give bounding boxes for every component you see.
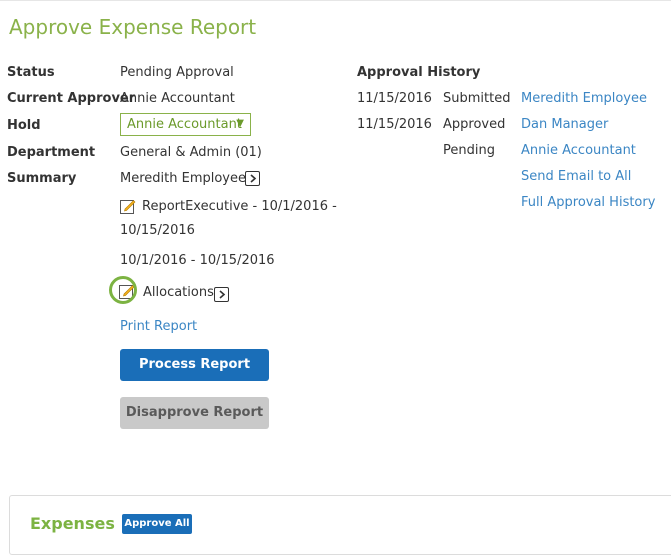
history-person-link[interactable]: Meredith Employee xyxy=(521,91,647,106)
history-status: Pending xyxy=(443,143,495,158)
history-date: 11/15/2016 xyxy=(357,91,432,106)
allocations-label: Allocations xyxy=(143,285,214,300)
approve-all-button[interactable]: Approve All xyxy=(122,514,192,534)
process-report-button[interactable]: Process Report xyxy=(120,349,269,381)
hold-selected-value: Annie Accountant xyxy=(127,117,242,132)
approval-history-title: Approval History xyxy=(357,65,481,80)
employee-expand-button[interactable] xyxy=(245,171,260,186)
hold-label: Hold xyxy=(7,118,41,133)
print-report-link[interactable]: Print Report xyxy=(120,319,197,334)
hold-dropdown[interactable]: Annie Accountant ▼ xyxy=(120,113,251,136)
history-status: Approved xyxy=(443,117,506,132)
pencil-icon[interactable] xyxy=(120,198,136,214)
report-date-range: 10/1/2016 - 10/15/2016 xyxy=(120,253,275,268)
summary-label: Summary xyxy=(7,171,77,186)
department-value: General & Admin (01) xyxy=(120,145,262,160)
report-name-line2: 10/15/2016 xyxy=(120,223,195,238)
send-email-link[interactable]: Send Email to All xyxy=(521,169,631,184)
chevron-right-icon xyxy=(218,290,225,299)
summary-employee: Meredith Employee xyxy=(120,171,246,186)
page-title: Approve Expense Report xyxy=(9,15,257,39)
chevron-right-icon xyxy=(249,174,256,183)
current-approver-label: Current Approver xyxy=(7,91,136,106)
expenses-title: Expenses xyxy=(30,514,115,533)
status-label: Status xyxy=(7,65,55,80)
top-border xyxy=(0,0,671,1)
full-history-link[interactable]: Full Approval History xyxy=(521,195,655,210)
caret-down-icon: ▼ xyxy=(236,118,244,129)
disapprove-report-button[interactable]: Disapprove Report xyxy=(120,397,269,429)
department-label: Department xyxy=(7,145,96,160)
history-status: Submitted xyxy=(443,91,511,106)
status-value: Pending Approval xyxy=(120,65,234,80)
current-approver-value: Annie Accountant xyxy=(120,91,235,106)
history-person-link[interactable]: Annie Accountant xyxy=(521,143,636,158)
report-name-line1: ReportExecutive - 10/1/2016 - xyxy=(142,199,337,214)
allocations-expand-button[interactable] xyxy=(214,287,229,302)
history-person-link[interactable]: Dan Manager xyxy=(521,117,608,132)
highlight-ring xyxy=(109,276,137,304)
history-date: 11/15/2016 xyxy=(357,117,432,132)
